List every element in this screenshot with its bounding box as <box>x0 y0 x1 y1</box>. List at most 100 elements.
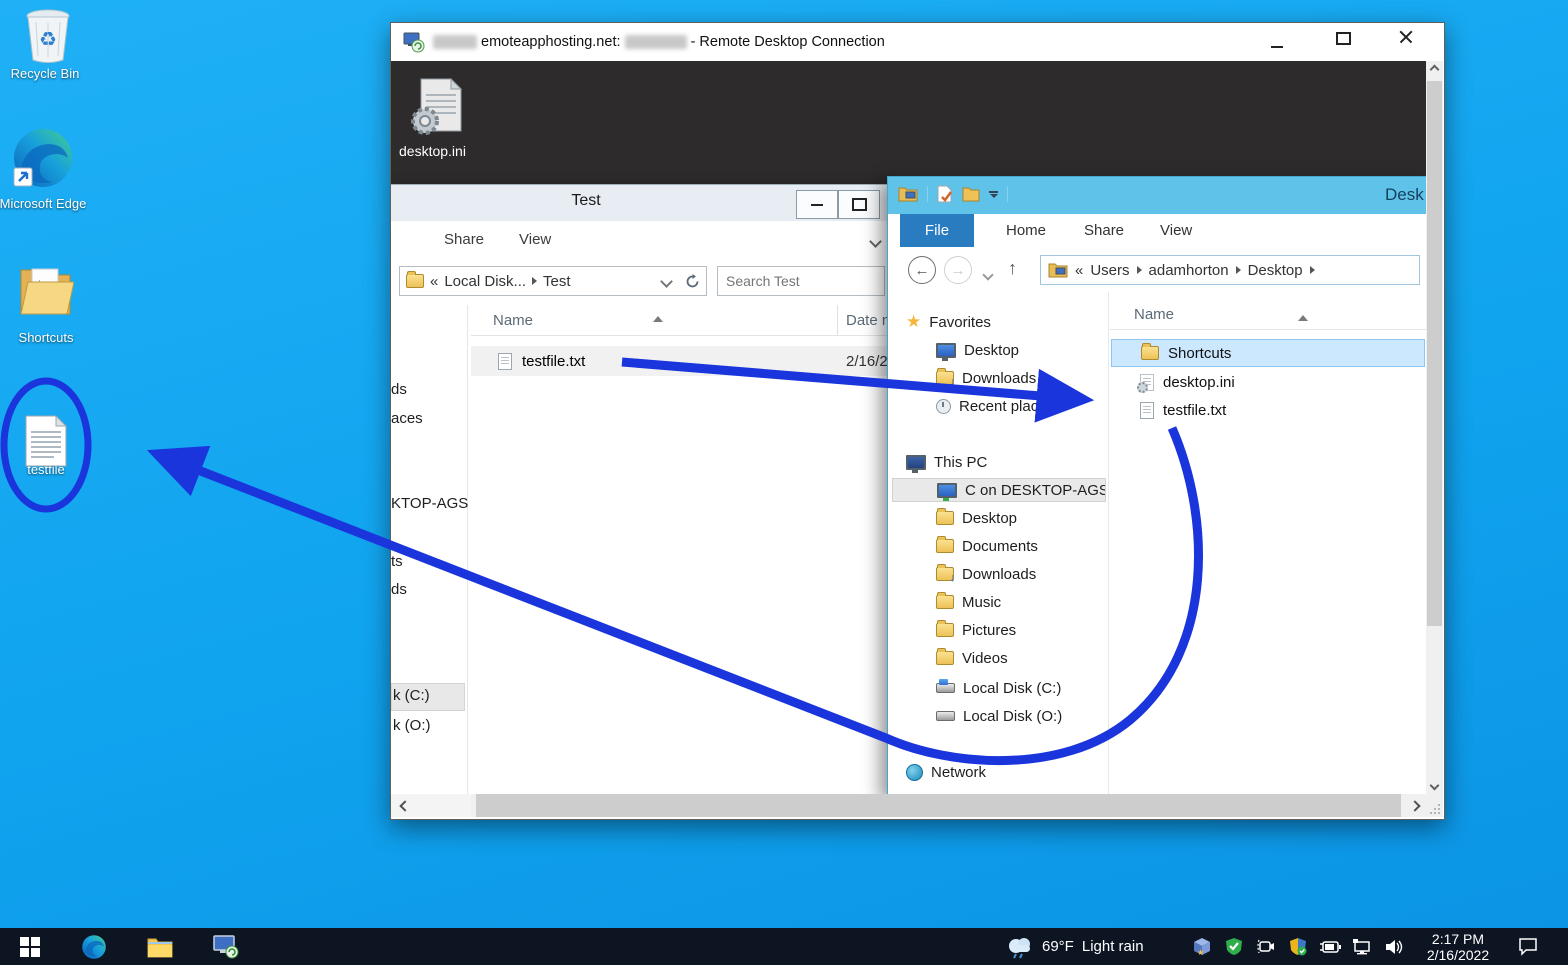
nav-network[interactable]: Network <box>906 760 986 784</box>
music-folder-icon <box>936 592 954 609</box>
nav-pc-downloads[interactable]: ↓ Downloads <box>936 562 1036 586</box>
back-button-icon[interactable]: ← <box>908 256 936 284</box>
qat-new-item-icon[interactable] <box>937 185 953 203</box>
nav-favorites-recent-places[interactable]: Recent places <box>936 394 1054 418</box>
history-dropdown-icon[interactable] <box>982 266 994 284</box>
test-window-title: Test <box>571 192 601 209</box>
desktop-address-bar[interactable]: « Users adamhorton Desktop <box>1040 255 1420 285</box>
up-button-icon[interactable]: ↑ <box>1008 258 1017 279</box>
scroll-up-icon[interactable] <box>1426 61 1443 78</box>
tray-defender-icon[interactable] <box>1284 928 1312 965</box>
test-minimize-button[interactable] <box>796 190 838 219</box>
tab-view[interactable]: View <box>1160 222 1192 239</box>
weather-icon[interactable] <box>1000 928 1040 965</box>
breadcrumb-users[interactable]: Users <box>1090 262 1129 279</box>
remote-desktop-ini-icon[interactable] <box>409 77 465 139</box>
tray-battery-icon[interactable] <box>1316 928 1344 965</box>
test-address-bar[interactable]: « Local Disk... Test <box>399 266 707 296</box>
nav-fragment[interactable]: aces <box>391 410 423 427</box>
tray-cube-icon[interactable]: ★ <box>1188 928 1216 965</box>
action-center-icon[interactable] <box>1508 928 1548 965</box>
testfile-icon[interactable] <box>24 414 68 468</box>
nav-this-pc[interactable]: This PC <box>906 450 987 474</box>
ribbon-expand-chevron-icon[interactable] <box>869 233 882 251</box>
nav-favorites-downloads[interactable]: ↓ Downloads <box>936 366 1036 390</box>
test-maximize-button[interactable] <box>838 190 880 219</box>
tab-home[interactable]: Home <box>1006 222 1046 239</box>
forward-button-icon[interactable]: → <box>944 256 972 284</box>
tab-view[interactable]: View <box>519 231 551 248</box>
nav-pc-desktop[interactable]: Desktop <box>936 506 1017 530</box>
nav-fragment[interactable]: KTOP-AGS <box>391 495 468 512</box>
refresh-icon[interactable] <box>685 273 700 289</box>
rdp-titlebar[interactable]: emoteapphosting.net: - Remote Desktop Co… <box>391 23 1444 61</box>
nav-favorites-desktop[interactable]: Desktop <box>936 338 1019 362</box>
tray-volume-icon[interactable] <box>1380 928 1410 965</box>
rdp-app-icon <box>403 31 425 58</box>
tray-camera-icon[interactable] <box>1252 928 1280 965</box>
qat-dropdown-icon[interactable] <box>989 190 998 198</box>
file-row-testfile[interactable]: testfile.txt 2/16/2 <box>471 346 888 376</box>
scroll-down-icon[interactable] <box>1426 777 1443 794</box>
file-row-shortcuts[interactable]: Shortcuts <box>1111 339 1425 367</box>
taskbar-explorer-button[interactable] <box>138 928 182 965</box>
breadcrumb-separator-icon <box>532 277 538 285</box>
breadcrumb-local-disk[interactable]: Local Disk... <box>444 273 526 290</box>
nav-fragment[interactable]: k (O:) <box>393 717 431 734</box>
nav-local-disk-c[interactable]: Local Disk (C:) <box>936 676 1061 700</box>
qat-folder-icon[interactable] <box>962 186 980 202</box>
breadcrumb-desktop[interactable]: Desktop <box>1248 262 1303 279</box>
column-divider[interactable] <box>837 305 838 335</box>
rdp-close-button[interactable] <box>1399 30 1413 49</box>
scrollbar-thumb[interactable] <box>1427 81 1442 626</box>
recycle-bin-icon[interactable]: ♻ <box>20 4 76 64</box>
scroll-right-icon[interactable] <box>1403 794 1426 817</box>
rdp-horizontal-scrollbar[interactable] <box>391 794 1426 817</box>
nav-fragment[interactable]: ds <box>391 381 407 398</box>
taskbar-rdp-button[interactable] <box>204 928 248 965</box>
sort-ascending-icon[interactable] <box>1298 298 1308 321</box>
breadcrumb-collapse[interactable]: « <box>430 273 438 290</box>
column-header-name[interactable]: Name <box>1134 306 1174 323</box>
breadcrumb-collapse[interactable]: « <box>1075 262 1083 279</box>
nav-pc-videos[interactable]: Videos <box>936 646 1008 670</box>
desktop-window-titlebar[interactable]: Desk <box>888 177 1426 214</box>
tab-file[interactable]: File <box>900 214 974 247</box>
nav-local-disk-o[interactable]: Local Disk (O:) <box>936 704 1062 728</box>
nav-pc-documents[interactable]: Documents <box>936 534 1038 558</box>
tray-network-icon[interactable] <box>1348 928 1376 965</box>
scrollbar-thumb[interactable] <box>476 794 1401 817</box>
tab-share[interactable]: Share <box>444 231 484 248</box>
file-row-desktop-ini[interactable]: desktop.ini <box>1111 368 1425 396</box>
breadcrumb-test[interactable]: Test <box>543 273 571 290</box>
documents-folder-icon <box>936 536 954 553</box>
nav-pc-music[interactable]: Music <box>936 590 1001 614</box>
start-button[interactable] <box>8 928 52 965</box>
sort-ascending-icon[interactable] <box>653 299 663 322</box>
qat-separator <box>927 186 928 202</box>
microsoft-edge-icon[interactable] <box>12 128 74 192</box>
rdp-minimize-button[interactable] <box>1271 35 1283 53</box>
column-header-name[interactable]: Name <box>493 312 533 329</box>
nav-fragment[interactable]: ts <box>391 553 403 570</box>
weather-status[interactable]: 69°F Light rain <box>1042 928 1182 965</box>
nav-fragment[interactable]: ds <box>391 581 407 598</box>
resize-grip[interactable] <box>1426 794 1443 817</box>
nav-favorites[interactable]: ★ Favorites <box>906 310 991 334</box>
nav-fragment[interactable]: k (C:) <box>393 687 430 704</box>
rdp-maximize-button[interactable] <box>1336 32 1351 50</box>
address-dropdown-icon[interactable] <box>660 274 673 288</box>
scroll-left-icon[interactable] <box>391 794 471 817</box>
file-row-testfile[interactable]: testfile.txt <box>1111 396 1425 424</box>
rdp-vertical-scrollbar[interactable] <box>1426 61 1443 794</box>
tab-share[interactable]: Share <box>1084 222 1124 239</box>
taskbar-edge-button[interactable] <box>72 928 116 965</box>
test-window-titlebar[interactable]: Test <box>391 185 887 222</box>
nav-pc-pictures[interactable]: Pictures <box>936 618 1016 642</box>
breadcrumb-adamhorton[interactable]: adamhorton <box>1149 262 1229 279</box>
taskbar-clock[interactable]: 2:17 PM 2/16/2022 <box>1414 928 1502 965</box>
tray-shield-check-icon[interactable] <box>1220 928 1248 965</box>
shortcuts-folder-icon[interactable]: 3CT <box>18 262 75 320</box>
search-input[interactable] <box>717 266 885 296</box>
nav-c-on-desktop[interactable]: C on DESKTOP-AGS <box>892 478 1106 502</box>
